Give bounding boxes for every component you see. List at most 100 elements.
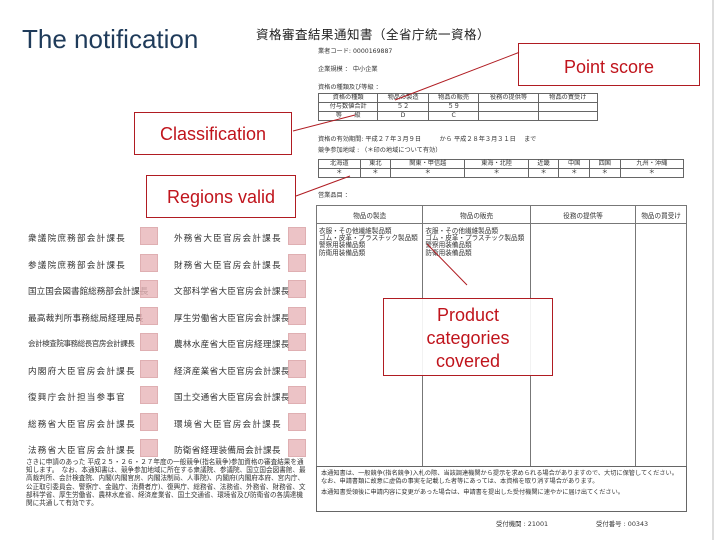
official-row: 最高裁判所事務総局経理局長 厚生労働省大臣官房会計課長 [28,306,306,339]
qualification-label: 資格の種類及び等級 ： [318,84,382,91]
qualification-row: 等 級 D C [317,111,599,121]
qualification-cell [537,102,599,112]
qualification-table: 資格の種類 物品の製造 物品の販売 役務の提供等 物品の買受け 付与数値合計 ５… [317,93,599,121]
receipt-number: 受付番号 : 00343 [596,520,649,528]
official-name: 文部科学省大臣官房会計課長 [174,287,290,297]
notice-paragraph: さきに申請のあった 平成２５・２６・２７年度の一般競争(指名競争)参加資格の審査… [26,458,306,508]
callout-label: Product categories covered [426,305,510,371]
region-mark: ＊ [619,168,685,178]
seal-stamp-icon [288,253,306,272]
regions-table: 北海道 東北 関東・甲信越 東海・北陸 近畿 中国 四国 九州・沖縄 ＊ ＊ ＊… [318,159,685,178]
official-name: 国土交通省大臣官房会計課長 [174,393,290,403]
region-mark: ＊ [464,168,529,178]
official-name: 内閣府大臣官房会計課長 [28,366,136,377]
seal-stamp-icon [288,412,306,431]
items-header-cell: 物品の製造 [317,206,424,223]
page-edge [712,0,714,540]
region-mark: ＊ [359,168,392,178]
seal-stamp-icon [140,359,158,378]
competition-region-label: 競争参加地域 : （＊印の地域について有効） [318,147,442,154]
region-name: 北海道 [318,159,361,169]
regions-mark-row: ＊ ＊ ＊ ＊ ＊ ＊ ＊ ＊ [318,168,685,178]
officials-list: 衆議院庶務部会計課長 外務省大臣官房会計課長 参議院庶務部会計課長 財務省大臣官… [28,227,306,471]
official-name: 環境省大臣官房会計課長 [174,419,282,430]
official-name: 財務省大臣官房会計課長 [174,260,282,271]
seal-stamp-icon [140,227,158,245]
seal-stamp-icon [288,359,306,378]
region-mark: ＊ [390,168,466,178]
region-mark: ＊ [589,168,621,178]
callout-label: Point score [563,57,655,77]
business-code: 業者コード: 0000169887 [318,48,393,55]
official-name: 最高裁判所事務総局経理局長 [28,313,144,324]
seal-stamp-icon [288,439,306,457]
official-row: 衆議院庶務部会計課長 外務省大臣官房会計課長 [28,227,306,259]
official-name: 法務省大臣官房会計課長 [28,446,136,456]
seal-stamp-icon [140,253,158,272]
official-name: 国立国会図書館総務部会計課長 [28,287,149,297]
qualification-row: 付与数値合計 ５２ ５９ [317,102,599,112]
seal-stamp-icon [288,333,306,351]
official-name: 経済産業省大臣官房会計課長 [174,366,290,377]
qualification-cell: 付与数値合計 [317,102,379,112]
qualification-cell [537,111,599,121]
seal-stamp-icon [140,306,158,325]
official-name: 農林水産省大臣官房経理課長 [174,340,290,350]
business-items-label: 営業品目 ： [318,192,351,199]
bottom-notice-box: 本通知書は、一般競争(指名競争)入札の際、当該調達機関から提示を求められる場合が… [316,466,687,512]
callout-regions-valid: Regions valid [146,175,296,218]
qualification-header-cell: 物品の販売 [427,93,480,103]
seal-stamp-icon [140,386,158,404]
company-size: 企業規模 ： 中小企業 [318,66,378,73]
callout-label: Classification [159,124,267,144]
seal-stamp-icon [288,280,306,298]
seal-stamp-icon [288,227,306,245]
region-mark: ＊ [318,168,361,178]
official-row: 国立国会図書館総務部会計課長 文部科学省大臣官房会計課長 [28,280,306,312]
qualification-cell: ５２ [377,102,429,112]
items-header-row: 物品の製造 物品の販売 役務の提供等 物品の買受け [317,206,686,224]
region-name: 関東・甲信越 [390,159,466,169]
qualification-cell [478,111,539,121]
bottom-notice-line: なお、申請書類に故意に虚偽の事実を記載した者等にあっては、本資格を取り消す場合が… [321,478,599,485]
region-mark: ＊ [558,168,590,178]
seal-stamp-icon [140,333,158,351]
region-mark: ＊ [527,168,560,178]
qualification-cell: 等 級 [317,111,379,121]
qualification-cell: ５９ [427,102,480,112]
official-row: 復興庁会計担当参事官 国土交通省大臣官房会計課長 [28,386,306,418]
official-name: 復興庁会計担当参事官 [28,393,126,403]
item-entry: 防衛用装備品類 [425,248,472,257]
bottom-notice-line: 本通知書は、一般競争(指名競争)入札の際、当該調達機関から提示を求められる場合が… [321,470,678,477]
validity-period: 資格の有効期間: 平成２７年３月９日 から 平成２８年３月３１日 まで [318,136,537,143]
qualification-header-cell: 物品の買受け [537,93,599,103]
purchase-items [636,224,686,467]
qualification-header-cell: 資格の種類 [317,93,379,103]
seal-stamp-icon [288,386,306,404]
document-title: 資格審査結果通知書（全省庁統一資格） [256,27,491,42]
qualification-header-row: 資格の種類 物品の製造 物品の販売 役務の提供等 物品の買受け [317,93,599,103]
bottom-notice-line: 本通知書受領後に申請内容に変更があった場合は、申請書を提出した受付機関に速やかに… [321,489,624,496]
official-row: 会計検査院事務総長官房会計課長 農林水産省大臣官房経理課長 [28,333,306,365]
region-name: 東海・北陸 [464,159,529,169]
official-name: 参議院庶務部会計課長 [28,260,126,271]
items-header-cell: 物品の販売 [423,206,531,223]
official-row: 参議院庶務部会計課長 財務省大臣官房会計課長 [28,253,306,286]
callout-point-score: Point score [518,43,700,86]
qualification-cell: C [427,111,480,121]
seal-stamp-icon [140,412,158,431]
qualification-cell [478,102,539,112]
seal-stamp-icon [140,439,158,457]
official-name: 防衛省経理装備局会計課長 [174,446,281,456]
region-name: 近畿 [527,159,560,169]
items-header-cell: 役務の提供等 [531,206,637,223]
callout-product-categories: Product categories covered [383,298,553,376]
slide-title: The notification [22,24,199,54]
callout-label: Regions valid [166,187,276,207]
seal-stamp-icon [288,306,306,325]
qualification-cell: D [377,111,429,121]
receiving-agency: 受付機関 : 21001 [496,520,549,528]
items-header-cell: 物品の買受け [641,211,681,220]
qualification-header-cell: 物品の製造 [377,93,429,103]
seal-stamp-icon [140,280,158,298]
